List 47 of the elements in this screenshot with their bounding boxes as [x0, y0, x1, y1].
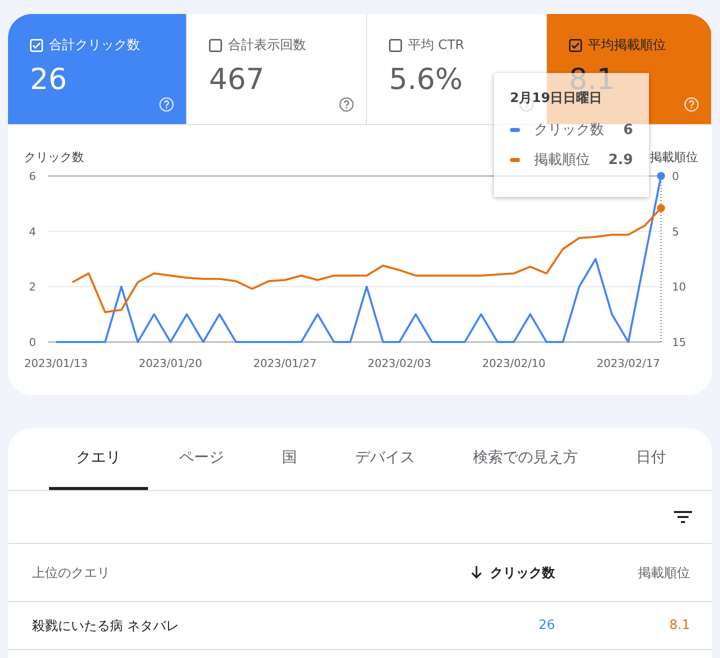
data-point — [657, 172, 665, 180]
metric-value: 5.6% — [389, 62, 464, 96]
tab[interactable]: 国 — [255, 428, 324, 490]
metric-label: 平均掲載順位 — [588, 37, 666, 54]
tooltip-value: 6 — [623, 122, 633, 138]
tick-label: 0 — [29, 336, 36, 349]
metric-value: 467 — [209, 62, 266, 96]
data-point — [657, 204, 665, 212]
tooltip-label: クリック数 — [534, 121, 605, 139]
tab[interactable]: クエリ — [49, 428, 148, 490]
tick-label: 2023/02/03 — [368, 357, 432, 370]
metric-label: 平均 CTR — [408, 37, 464, 54]
axis-title: クリック数 — [24, 150, 84, 164]
tick-label: 2 — [29, 280, 36, 294]
clicks-cell: 26 — [538, 618, 555, 633]
tick-label: 5 — [672, 225, 679, 238]
help-icon[interactable] — [339, 97, 354, 112]
tab[interactable]: デバイス — [328, 428, 442, 490]
tick-label: 0 — [672, 170, 679, 183]
tick-label: 2023/02/10 — [482, 357, 546, 370]
tooltip-label: 掲載順位 — [534, 151, 591, 169]
checkbox[interactable] — [209, 38, 222, 52]
tick-label: 6 — [29, 170, 36, 183]
metric-value: 26 — [30, 62, 68, 96]
column-header[interactable]: 掲載順位 — [638, 564, 690, 582]
metric-label: 合計クリック数 — [49, 37, 140, 54]
tick-label: 2023/01/13 — [24, 357, 88, 370]
tab[interactable]: ページ — [152, 428, 251, 490]
column-header[interactable]: クリック数 — [471, 564, 555, 582]
axis-title: 掲載順位 — [650, 150, 698, 164]
tab[interactable]: 検索での見え方 — [446, 428, 605, 490]
tick-label: 4 — [29, 225, 36, 238]
tick-label: 2023/01/27 — [253, 357, 317, 370]
tab[interactable]: 日付 — [609, 428, 693, 490]
position-cell: 8.1 — [669, 618, 690, 633]
sort-arrow-icon — [471, 566, 482, 579]
tick-label: 10 — [672, 280, 686, 294]
checkbox[interactable] — [389, 38, 402, 52]
metric-label: 合計表示回数 — [228, 37, 306, 54]
checkbox[interactable] — [569, 38, 582, 52]
tooltip-value: 2.9 — [608, 152, 633, 168]
tick-label: 2023/01/20 — [138, 357, 202, 370]
column-header[interactable]: 上位のクエリ — [32, 564, 110, 582]
tick-label: 15 — [672, 336, 686, 349]
filter-icon[interactable] — [674, 511, 692, 523]
tick-label: 2023/02/17 — [596, 357, 660, 370]
query-cell-text: 殺戮にいたる病 ネタバレ — [32, 618, 180, 634]
